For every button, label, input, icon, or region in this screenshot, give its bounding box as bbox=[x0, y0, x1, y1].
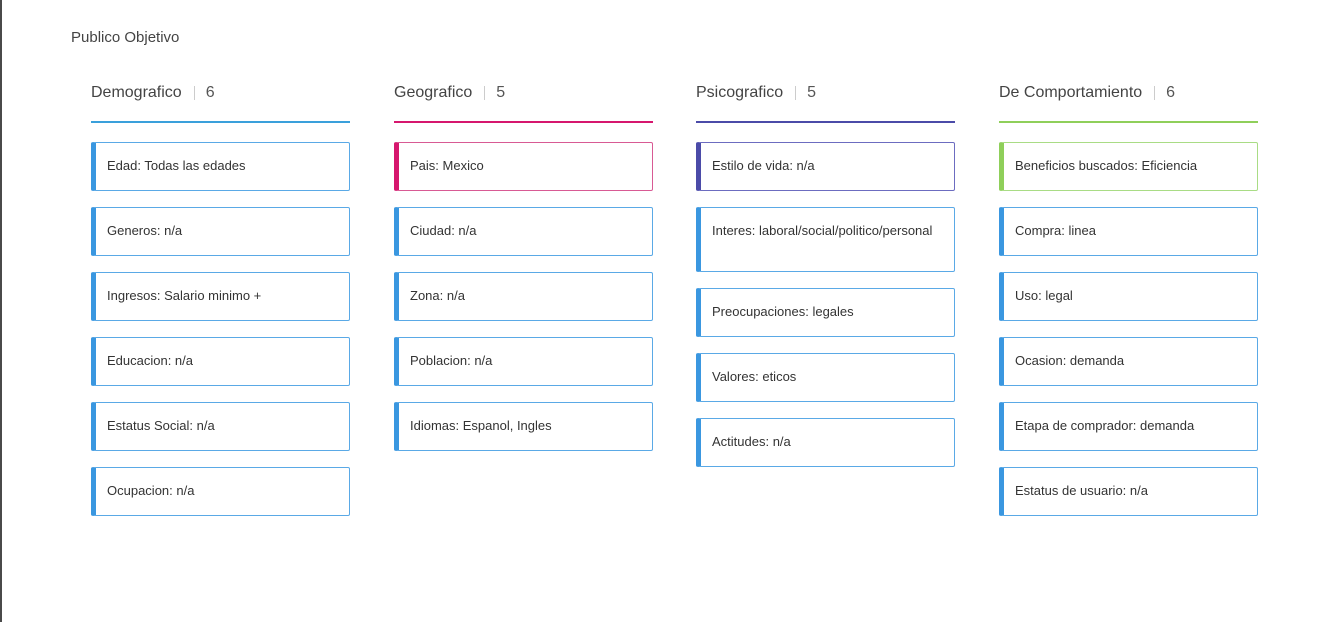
column-demografico: Demografico 6 Edad: Todas las edades Gen… bbox=[91, 82, 350, 532]
column-geografico: Geografico 5 Pais: Mexico Ciudad: n/a Zo… bbox=[394, 82, 653, 467]
card-compra[interactable]: Compra: linea bbox=[999, 207, 1258, 256]
card-poblacion[interactable]: Poblacion: n/a bbox=[394, 337, 653, 386]
header-divider bbox=[193, 86, 195, 100]
card-estatus-social[interactable]: Estatus Social: n/a bbox=[91, 402, 350, 451]
column-count: 5 bbox=[496, 84, 506, 101]
card-estatus-de-usuario[interactable]: Estatus de usuario: n/a bbox=[999, 467, 1258, 516]
column-count: 6 bbox=[205, 84, 215, 101]
card-uso[interactable]: Uso: legal bbox=[999, 272, 1258, 321]
header-divider bbox=[1154, 86, 1156, 100]
card-zona[interactable]: Zona: n/a bbox=[394, 272, 653, 321]
card-edad[interactable]: Edad: Todas las edades bbox=[91, 142, 350, 191]
card-pais[interactable]: Pais: Mexico bbox=[394, 142, 653, 191]
column-title: Demografico bbox=[91, 84, 182, 101]
column-header: Psicografico 5 bbox=[696, 82, 955, 104]
card-list: Beneficios buscados: Eficiencia Compra: … bbox=[999, 142, 1258, 516]
card-interes[interactable]: Interes: laboral/social/politico/persona… bbox=[696, 207, 955, 272]
page-title: Publico Objetivo bbox=[71, 29, 180, 46]
card-list: Pais: Mexico Ciudad: n/a Zona: n/a Pobla… bbox=[394, 142, 653, 451]
column-underline bbox=[91, 121, 350, 123]
window-left-edge bbox=[0, 0, 2, 622]
column-count: 5 bbox=[807, 84, 817, 101]
card-ocupacion[interactable]: Ocupacion: n/a bbox=[91, 467, 350, 516]
card-generos[interactable]: Generos: n/a bbox=[91, 207, 350, 256]
card-preocupaciones[interactable]: Preocupaciones: legales bbox=[696, 288, 955, 337]
column-title: Psicografico bbox=[696, 84, 784, 101]
column-count: 6 bbox=[1166, 84, 1176, 101]
header-divider bbox=[795, 86, 797, 100]
column-header: Geografico 5 bbox=[394, 82, 653, 104]
card-educacion[interactable]: Educacion: n/a bbox=[91, 337, 350, 386]
card-valores[interactable]: Valores: eticos bbox=[696, 353, 955, 402]
column-underline bbox=[394, 121, 653, 123]
card-etapa-de-comprador[interactable]: Etapa de comprador: demanda bbox=[999, 402, 1258, 451]
card-ciudad[interactable]: Ciudad: n/a bbox=[394, 207, 653, 256]
card-ocasion[interactable]: Ocasion: demanda bbox=[999, 337, 1258, 386]
column-title: De Comportamiento bbox=[999, 84, 1143, 101]
card-list: Edad: Todas las edades Generos: n/a Ingr… bbox=[91, 142, 350, 516]
header-divider bbox=[484, 86, 486, 100]
column-underline bbox=[696, 121, 955, 123]
column-header: Demografico 6 bbox=[91, 82, 350, 104]
card-idiomas[interactable]: Idiomas: Espanol, Ingles bbox=[394, 402, 653, 451]
column-de-comportamiento: De Comportamiento 6 Beneficios buscados:… bbox=[999, 82, 1258, 532]
column-title: Geografico bbox=[394, 84, 473, 101]
card-actitudes[interactable]: Actitudes: n/a bbox=[696, 418, 955, 467]
card-beneficios-buscados[interactable]: Beneficios buscados: Eficiencia bbox=[999, 142, 1258, 191]
column-psicografico: Psicografico 5 Estilo de vida: n/a Inter… bbox=[696, 82, 955, 483]
column-header: De Comportamiento 6 bbox=[999, 82, 1258, 104]
card-list: Estilo de vida: n/a Interes: laboral/soc… bbox=[696, 142, 955, 467]
card-estilo-de-vida[interactable]: Estilo de vida: n/a bbox=[696, 142, 955, 191]
card-ingresos[interactable]: Ingresos: Salario minimo + bbox=[91, 272, 350, 321]
column-underline bbox=[999, 121, 1258, 123]
